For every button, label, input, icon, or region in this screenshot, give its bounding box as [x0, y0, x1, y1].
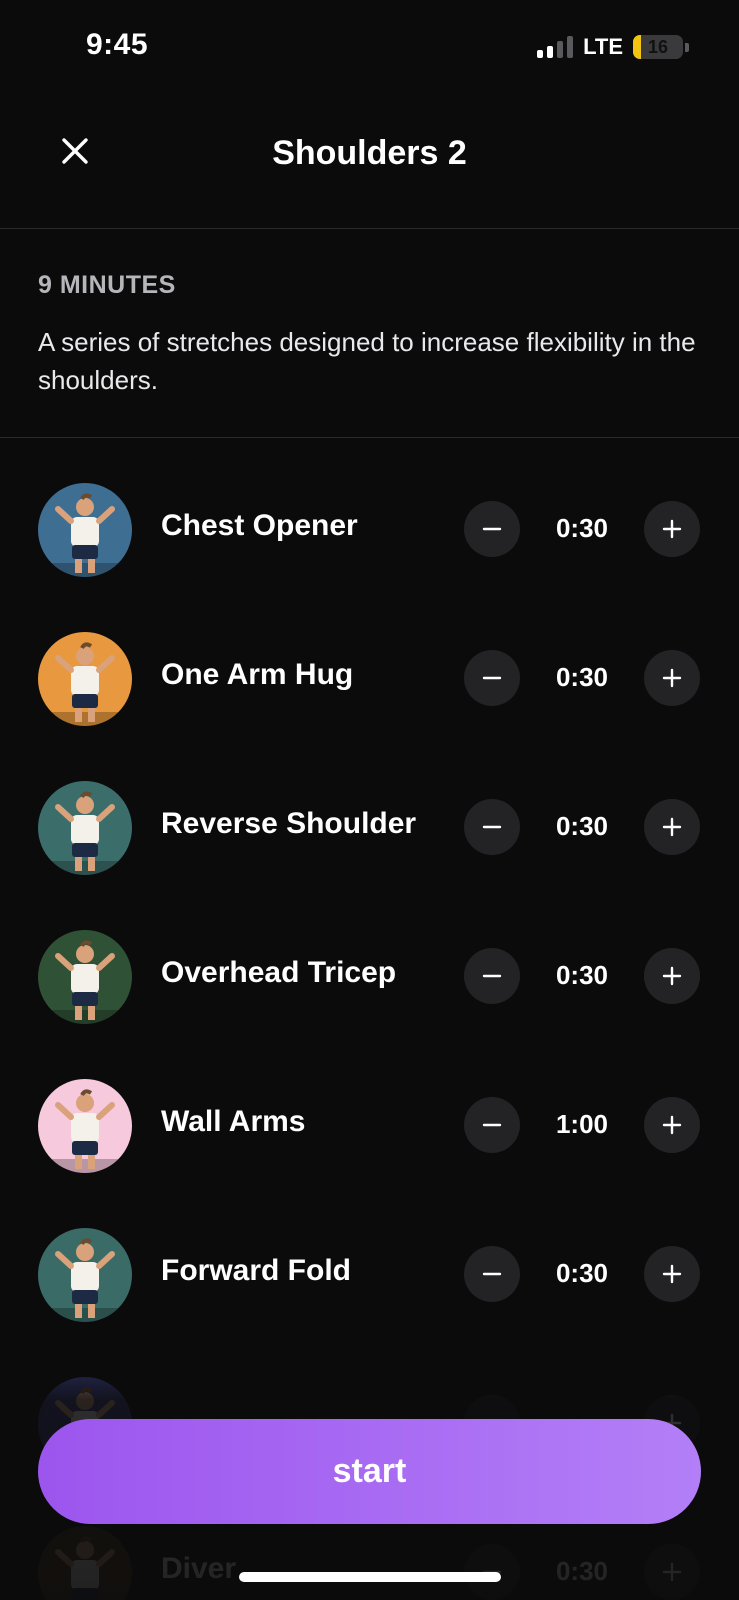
- exercise-duration: 0:30: [555, 811, 609, 841]
- workout-description: A series of stretches designed to increa…: [38, 327, 696, 395]
- exercise-thumbnail: [38, 1228, 132, 1322]
- start-button[interactable]: start: [38, 1419, 701, 1524]
- decrease-duration-button[interactable]: [464, 501, 520, 557]
- exercise-row[interactable]: Overhead Tricep 0:30: [0, 884, 739, 1036]
- increase-duration-button[interactable]: [644, 1246, 700, 1302]
- battery-icon: 16: [633, 35, 683, 59]
- increase-duration-button[interactable]: [644, 799, 700, 855]
- exercise-thumbnail: [38, 1079, 132, 1173]
- plus-icon: [662, 1264, 682, 1284]
- exercise-name: Chest Opener: [161, 509, 358, 542]
- decrease-duration-button[interactable]: [464, 1246, 520, 1302]
- minus-icon: [482, 825, 502, 829]
- increase-duration-button[interactable]: [644, 650, 700, 706]
- decrease-duration-button[interactable]: [464, 799, 520, 855]
- status-indicators: LTE 16: [537, 34, 689, 60]
- exercise-name: One Arm Hug: [161, 658, 354, 691]
- page-title: Shoulders 2: [272, 134, 467, 172]
- home-indicator[interactable]: [239, 1572, 501, 1582]
- header: Shoulders 2: [0, 100, 739, 229]
- workout-summary: 9 MINUTES A series of stretches designed…: [0, 229, 739, 438]
- minus-icon: [482, 527, 502, 531]
- exercise-name: Forward Fold: [161, 1254, 351, 1287]
- minus-icon: [482, 974, 502, 978]
- exercise-duration: 0:30: [555, 662, 609, 692]
- workout-duration: 9 MINUTES: [38, 271, 176, 299]
- exercise-name: Wall Arms: [161, 1105, 306, 1138]
- exercise-duration: 0:30: [555, 1258, 609, 1288]
- minus-icon: [482, 676, 502, 680]
- increase-duration-button[interactable]: [644, 948, 700, 1004]
- exercise-row[interactable]: Chest Opener 0:30: [0, 437, 739, 589]
- network-type: LTE: [583, 34, 623, 59]
- exercise-duration: 0:30: [555, 513, 609, 543]
- plus-icon: [662, 519, 682, 539]
- exercise-thumbnail: [38, 781, 132, 875]
- plus-icon: [662, 1115, 682, 1135]
- exercise-duration: 1:00: [555, 1109, 609, 1139]
- exercise-duration: 0:30: [555, 960, 609, 990]
- exercise-name: Overhead Tricep: [161, 956, 397, 989]
- increase-duration-button[interactable]: [644, 1097, 700, 1153]
- exercise-thumbnail: [38, 930, 132, 1024]
- exercise-row[interactable]: Wall Arms 1:00: [0, 1033, 739, 1185]
- status-bar: 9:45 LTE 16: [0, 0, 739, 100]
- plus-icon: [662, 817, 682, 837]
- battery-level: 16: [647, 36, 669, 57]
- decrease-duration-button[interactable]: [464, 1097, 520, 1153]
- exercise-row[interactable]: One Arm Hug 0:30: [0, 586, 739, 738]
- exercise-thumbnail: [38, 632, 132, 726]
- signal-icon: [537, 36, 574, 58]
- minus-icon: [482, 1123, 502, 1127]
- exercise-thumbnail: [38, 483, 132, 577]
- plus-icon: [662, 966, 682, 986]
- status-time: 9:45: [86, 28, 149, 61]
- plus-icon: [662, 668, 682, 688]
- exercise-row[interactable]: Forward Fold 0:30: [0, 1182, 739, 1334]
- decrease-duration-button[interactable]: [464, 650, 520, 706]
- minus-icon: [482, 1272, 502, 1276]
- increase-duration-button[interactable]: [644, 501, 700, 557]
- exercise-row[interactable]: Reverse Shoulder 0:30: [0, 735, 739, 887]
- decrease-duration-button[interactable]: [464, 948, 520, 1004]
- battery-tip: [685, 42, 689, 52]
- exercise-name: Reverse Shoulder: [161, 807, 417, 840]
